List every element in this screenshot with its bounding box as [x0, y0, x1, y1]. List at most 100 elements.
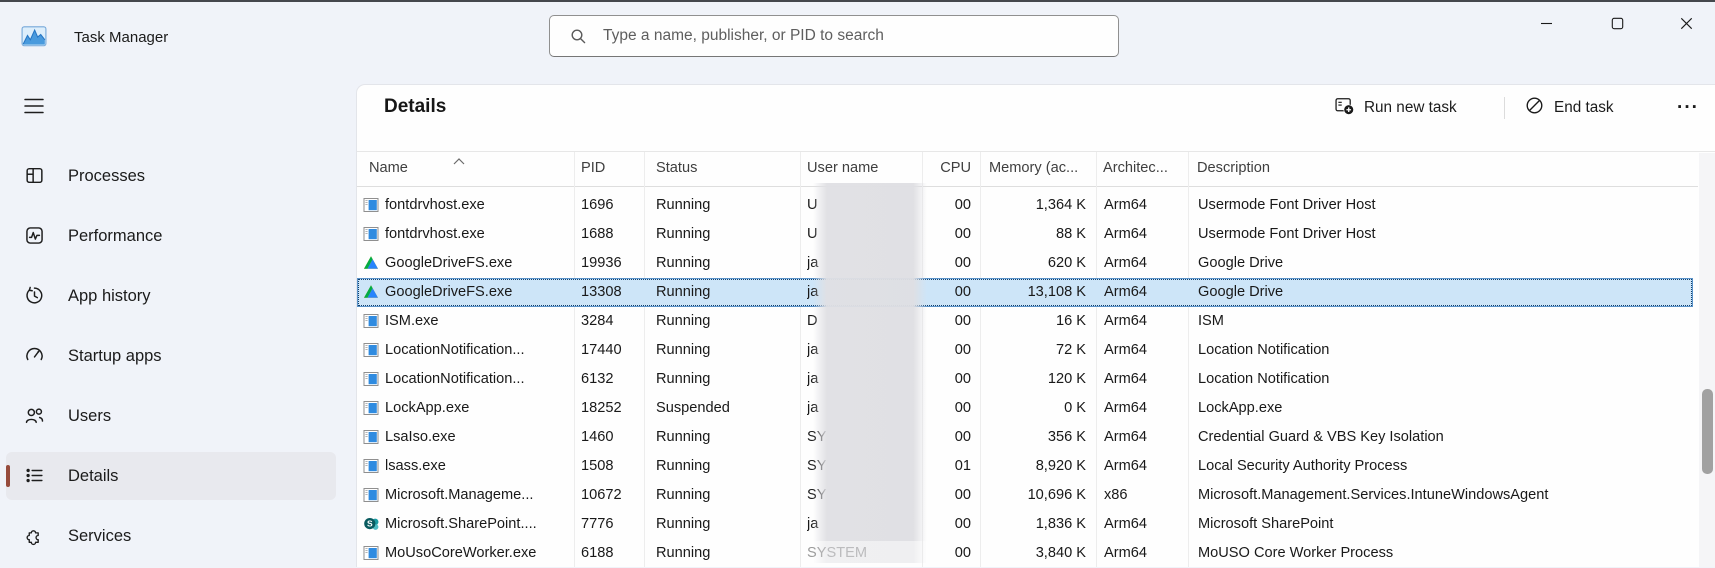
name-cell: MoUsoCoreWorker.exe: [385, 545, 537, 561]
users-icon: [24, 405, 45, 426]
run-new-task-button[interactable]: Run new task: [1327, 91, 1465, 125]
exe-file-icon: [363, 313, 379, 329]
arch-cell: Arm64: [1104, 371, 1147, 387]
details-icon: [24, 465, 45, 486]
google-drive-icon: [363, 284, 379, 300]
description-cell: Usermode Font Driver Host: [1198, 197, 1376, 213]
name-cell: GoogleDriveFS.exe: [385, 255, 513, 271]
main-panel: Details Run new task End task ··· Name P…: [356, 84, 1715, 567]
memory-cell: 88 K: [1055, 226, 1086, 242]
sidebar-item-users[interactable]: Users: [6, 392, 336, 440]
table-row[interactable]: ISM.exe3284RunningD0016 KArm64ISM: [357, 307, 1693, 336]
sidebar-item-startup-apps[interactable]: Startup apps: [6, 332, 336, 380]
minimize-icon: [1540, 22, 1552, 24]
name-cell: LockApp.exe: [385, 400, 470, 416]
maximize-icon: [1611, 17, 1623, 29]
memory-cell: 16 K: [1055, 313, 1086, 329]
status-cell: Running: [656, 342, 711, 358]
table-row[interactable]: GoogleDriveFS.exe19936Runningja00620 KAr…: [357, 249, 1693, 278]
pid-cell: 17440: [581, 342, 622, 358]
table-row[interactable]: GoogleDriveFS.exe13308Runningja0013,108 …: [357, 278, 1693, 307]
description-cell: MoUSO Core Worker Process: [1198, 545, 1394, 561]
column-header-pid[interactable]: PID: [581, 151, 641, 186]
titlebar[interactable]: Task Manager: [0, 2, 1715, 70]
arch-cell: Arm64: [1104, 313, 1147, 329]
hamburger-menu-button[interactable]: [16, 88, 52, 124]
scrollbar-thumb[interactable]: [1702, 389, 1713, 474]
toolbar-separator: [1504, 97, 1505, 119]
search-box[interactable]: [549, 15, 1119, 57]
processes-icon: [24, 165, 45, 186]
table-row[interactable]: LockApp.exe18252Suspendedja000 KArm64Loc…: [357, 394, 1693, 423]
column-header-description[interactable]: Description: [1197, 151, 1497, 186]
arch-cell: Arm64: [1104, 429, 1147, 445]
memory-cell: 620 K: [1047, 255, 1086, 271]
table-row[interactable]: LsaIso.exe1460RunningSY00356 KArm64Crede…: [357, 423, 1693, 452]
memory-cell: 356 K: [1047, 429, 1086, 445]
table-row[interactable]: SMicrosoft.SharePoint....7776Runningja00…: [357, 510, 1693, 539]
sidebar-item-label: Details: [68, 467, 119, 485]
sidebar-item-app-history[interactable]: App history: [6, 272, 336, 320]
column-header-user-name[interactable]: User name: [807, 151, 917, 186]
table-row[interactable]: MoUsoCoreWorker.exe6188RunningSYSTEM003,…: [357, 539, 1693, 568]
memory-cell: 8,920 K: [1035, 458, 1086, 474]
maximize-button[interactable]: [1594, 7, 1640, 39]
search-input[interactable]: [601, 26, 1118, 46]
pid-cell: 18252: [581, 400, 622, 416]
memory-cell: 10,696 K: [1027, 487, 1086, 503]
table-row[interactable]: Microsoft.Manageme...10672RunningSY0010,…: [357, 481, 1693, 510]
status-cell: Running: [656, 313, 711, 329]
table-row[interactable]: fontdrvhost.exe1688RunningU0088 KArm64Us…: [357, 220, 1693, 249]
description-cell: Local Security Authority Process: [1198, 458, 1408, 474]
vertical-scrollbar[interactable]: [1699, 153, 1715, 567]
hamburger-icon: [24, 98, 44, 114]
status-cell: Running: [656, 516, 711, 532]
minimize-button[interactable]: [1523, 7, 1569, 39]
description-cell: Microsoft.Management.Services.IntuneWind…: [1198, 487, 1549, 503]
sidebar-item-processes[interactable]: Processes: [6, 152, 336, 200]
sidebar-item-services[interactable]: Services: [6, 512, 336, 560]
exe-file-icon: [363, 458, 379, 474]
description-cell: Google Drive: [1198, 284, 1284, 300]
exe-file-icon: [363, 226, 379, 242]
pid-cell: 10672: [581, 487, 622, 503]
sidebar-item-label: Performance: [68, 227, 163, 245]
more-options-button[interactable]: ···: [1669, 91, 1707, 125]
sidebar-item-details[interactable]: Details: [6, 452, 336, 500]
arch-cell: Arm64: [1104, 284, 1147, 300]
more-options-icon: ···: [1677, 97, 1699, 118]
name-cell: fontdrvhost.exe: [385, 226, 485, 242]
exe-file-icon: [363, 342, 379, 358]
description-cell: ISM: [1198, 313, 1224, 329]
sidebar: Processes Performance App history Startup a…: [0, 70, 356, 567]
memory-cell: 13,108 K: [1027, 284, 1086, 300]
search-icon: [570, 28, 587, 45]
task-manager-app-icon: [21, 23, 47, 49]
performance-icon: [24, 225, 45, 246]
column-header-cpu[interactable]: CPU: [917, 151, 971, 186]
sharepoint-icon: S: [363, 516, 379, 532]
status-cell: Running: [656, 255, 711, 271]
end-task-button[interactable]: End task: [1517, 91, 1622, 125]
name-cell: lsass.exe: [385, 458, 446, 474]
table-row[interactable]: fontdrvhost.exe1696RunningU001,364 KArm6…: [357, 191, 1693, 220]
table-row[interactable]: LocationNotification...6132Runningja0012…: [357, 365, 1693, 394]
status-cell: Running: [656, 371, 711, 387]
column-header-status[interactable]: Status: [656, 151, 776, 186]
column-header-name[interactable]: Name: [369, 151, 549, 186]
pid-cell: 1460: [581, 429, 614, 445]
sidebar-item-performance[interactable]: Performance: [6, 212, 336, 260]
sidebar-item-label: Startup apps: [68, 347, 162, 365]
close-button[interactable]: [1663, 7, 1709, 39]
column-header-architec[interactable]: Architec...: [1103, 151, 1185, 186]
description-cell: Usermode Font Driver Host: [1198, 226, 1376, 242]
table-row[interactable]: lsass.exe1508RunningSY018,920 KArm64Loca…: [357, 452, 1693, 481]
window-top-border: [0, 0, 1715, 2]
name-cell: Microsoft.SharePoint....: [385, 516, 537, 532]
table-row[interactable]: LocationNotification...17440Runningja007…: [357, 336, 1693, 365]
column-header-memory-ac[interactable]: Memory (ac...: [989, 151, 1093, 186]
arch-cell: Arm64: [1104, 342, 1147, 358]
exe-file-icon: [363, 429, 379, 445]
pid-cell: 1508: [581, 458, 614, 474]
status-cell: Running: [656, 429, 711, 445]
